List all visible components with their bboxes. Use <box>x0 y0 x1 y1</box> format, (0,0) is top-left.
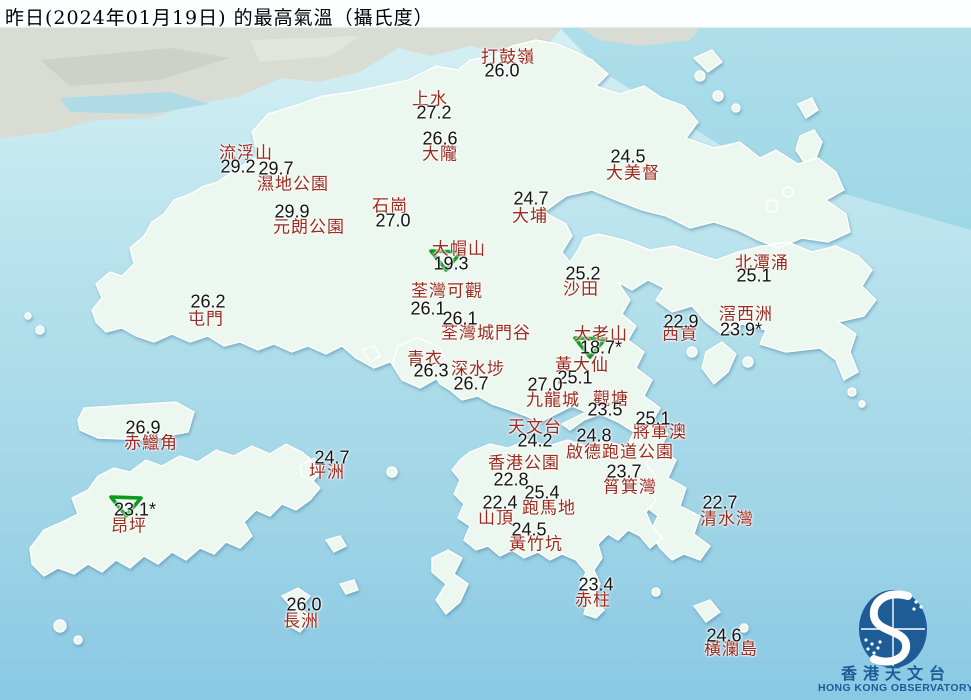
station-temp: 23.9* <box>719 319 763 340</box>
station-temp: 23.7 <box>606 461 642 482</box>
hko-logo-icon <box>859 590 927 668</box>
station-temp: 27.0 <box>375 210 411 231</box>
station-temp: 26.3 <box>413 360 449 381</box>
station-temp: 27.2 <box>416 102 452 123</box>
station-temp: 23.5 <box>587 399 623 420</box>
station-temp: 29.2 <box>220 156 256 177</box>
station-temp: 24.5 <box>511 519 547 540</box>
station-temp: 24.6 <box>706 625 742 646</box>
map-title: 昨日(2024年01月19日) 的最高氣溫（攝氏度） <box>5 7 434 29</box>
station-temp: 26.0 <box>286 594 322 615</box>
station-temp: 29.7 <box>258 158 294 179</box>
hko-logo-cn: 香港天文台 <box>840 664 952 683</box>
station-temp: 22.4 <box>482 492 518 513</box>
hko-logo: 香港天文台 HONG KONG OBSERVATORY <box>818 578 971 700</box>
station-temp: 26.6 <box>422 128 458 149</box>
station-temp: 24.5 <box>610 146 646 167</box>
station-temp: 23.1* <box>113 499 157 520</box>
station-temp: 26.0 <box>484 60 520 81</box>
station-temp: 24.7 <box>513 188 549 209</box>
station-temp: 29.9 <box>274 201 310 222</box>
station-temp: 25.1 <box>736 265 772 286</box>
station-temp: 22.9 <box>663 311 699 332</box>
station-temp: 27.0 <box>527 374 563 395</box>
station-temp: 25.1 <box>635 408 671 429</box>
station-temp: 19.3 <box>433 253 469 274</box>
station-temp: 22.7 <box>702 492 738 513</box>
hko-max-temp-map: 昨日(2024年01月19日) 的最高氣溫（攝氏度） 打鼓嶺 26.0 上水 27.2… <box>0 0 971 700</box>
station-temp: 26.1 <box>410 298 446 319</box>
station-temp: 26.7 <box>453 373 489 394</box>
station-temp: 24.8 <box>576 425 612 446</box>
station-temp: 23.4 <box>578 574 614 595</box>
station-temp: 24.7 <box>314 447 350 468</box>
station-temp: 26.1 <box>442 308 478 329</box>
station-temp: 25.4 <box>524 482 560 503</box>
station-temp: 25.2 <box>565 263 601 284</box>
station-temp: 22.8 <box>493 469 529 490</box>
station-temp: 26.9 <box>125 417 161 438</box>
hko-logo-en: HONG KONG OBSERVATORY <box>818 682 971 694</box>
station-temp: 26.2 <box>190 291 226 312</box>
